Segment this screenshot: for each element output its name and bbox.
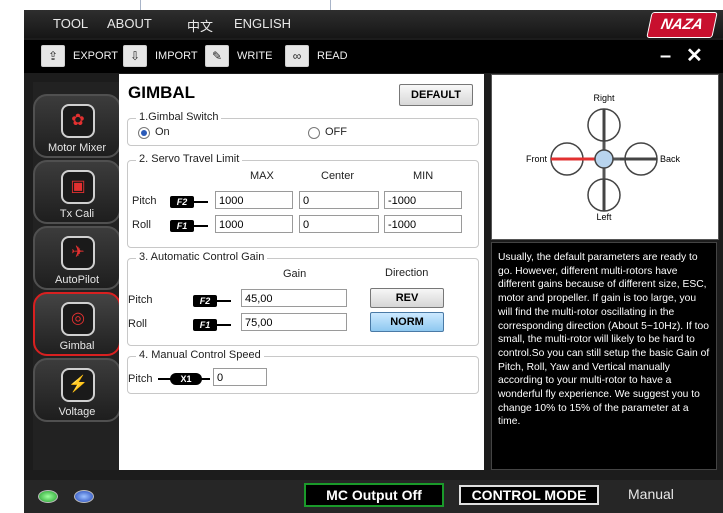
channel-badge: F2 (170, 196, 208, 208)
nav-item-motor-mixer[interactable]: ✿ Motor Mixer (33, 94, 121, 158)
satellite-icon: ✈ (61, 236, 95, 270)
menu-bar: TOOL ABOUT 中文 ENGLISH NAZA (24, 10, 723, 38)
close-icon[interactable]: ✕ (686, 46, 703, 66)
manual-speed-group: 4. Manual Control Speed Pitch X1 0 (127, 349, 479, 394)
read-icon: ∞ (285, 45, 309, 67)
nav-item-tx-cali[interactable]: ▣ Tx Cali (33, 160, 121, 224)
nav-item-voltage[interactable]: ⚡ Voltage (33, 358, 121, 422)
channel-badge: F1 (193, 319, 231, 331)
orientation-diagram: Right Front Back Left (491, 74, 719, 240)
gain-roll-input[interactable]: 75,00 (241, 313, 347, 331)
servo-min-header: MIN (413, 170, 434, 182)
export-icon: ⇪ (41, 45, 65, 67)
servo-roll-label: Roll (132, 219, 151, 231)
servo-center-header: Center (321, 170, 355, 182)
channel-badge: F1 (170, 220, 208, 232)
page-title: GIMBAL (128, 83, 196, 102)
import-label: IMPORT (155, 50, 198, 62)
battery-icon: ⚡ (61, 368, 95, 402)
nav-label: Voltage (58, 406, 96, 418)
gimbal-panel: GIMBAL DEFAULT 1.Gimbal Switch On OFF 2.… (119, 74, 484, 470)
nav-label: AutoPilot (54, 274, 100, 286)
naza-logo: NAZA (646, 12, 718, 38)
channel-badge: X1 (170, 373, 202, 385)
servo-pitch-min-input[interactable]: -1000 (384, 191, 462, 209)
help-text-panel: Usually, the default parameters are read… (491, 242, 717, 470)
servo-pitch-max-input[interactable]: 1000 (215, 191, 293, 209)
quadcopter-diagram: Right Front Back Left (526, 93, 681, 222)
import-button[interactable]: ⇩ IMPORT (123, 44, 198, 68)
flight-controller-hub (594, 149, 614, 169)
nav-label: Tx Cali (59, 208, 95, 220)
write-label: WRITE (237, 50, 273, 62)
label-right: Right (593, 93, 615, 103)
nav-item-gimbal[interactable]: ◎ Gimbal (33, 292, 121, 356)
gimbal-icon: ◎ (61, 302, 95, 336)
group-legend: 1.Gimbal Switch (136, 111, 222, 123)
minimize-icon[interactable]: – (660, 46, 671, 66)
nav-item-autopilot[interactable]: ✈ AutoPilot (33, 226, 121, 290)
servo-roll-max-input[interactable]: 1000 (215, 215, 293, 233)
blue-led-icon (74, 490, 94, 503)
gimbal-on-radio[interactable] (138, 127, 150, 139)
side-navigation: ✿ Motor Mixer ▣ Tx Cali ✈ AutoPilot ◎ Gi… (33, 82, 121, 470)
label-left: Left (596, 212, 612, 222)
gain-roll-label: Roll (128, 318, 147, 330)
default-button[interactable]: DEFAULT (399, 84, 473, 106)
write-button[interactable]: ✎ WRITE (205, 44, 272, 68)
control-mode-value: Manual (628, 486, 674, 502)
gimbal-on-label: On (155, 126, 170, 138)
menu-about[interactable]: ABOUT (107, 16, 152, 31)
gimbal-off-label: OFF (325, 126, 347, 138)
menu-tool[interactable]: TOOL (53, 16, 88, 31)
pitch-direction-button[interactable]: REV (370, 288, 444, 308)
nav-label: Motor Mixer (47, 142, 107, 154)
label-back: Back (660, 154, 681, 164)
gain-header: Gain (283, 268, 307, 280)
manual-pitch-label: Pitch (128, 373, 153, 385)
gimbal-off-radio[interactable] (308, 127, 320, 139)
servo-roll-center-input[interactable]: 0 (299, 215, 379, 233)
servo-pitch-label: Pitch (132, 195, 157, 207)
servo-roll-min-input[interactable]: -1000 (384, 215, 462, 233)
manual-speed-input[interactable]: 0 (213, 368, 267, 386)
read-button[interactable]: ∞ READ (285, 44, 348, 68)
green-led-icon (38, 490, 58, 503)
direction-header: Direction (385, 267, 429, 279)
menu-chinese[interactable]: 中文 (187, 16, 213, 35)
export-label: EXPORT (73, 50, 119, 62)
read-label: READ (317, 50, 348, 62)
import-icon: ⇩ (123, 45, 147, 67)
gain-pitch-input[interactable]: 45,00 (241, 289, 347, 307)
servo-max-header: MAX (250, 170, 274, 182)
gimbal-switch-group: 1.Gimbal Switch On OFF (127, 111, 479, 146)
servo-travel-group: 2. Servo Travel Limit MAX Center MIN Pit… (127, 153, 479, 248)
write-icon: ✎ (205, 45, 229, 67)
export-button[interactable]: ⇪ EXPORT (41, 44, 118, 68)
propeller-icon: ✿ (61, 104, 95, 138)
menu-english[interactable]: ENGLISH (234, 16, 291, 31)
mc-output-status: MC Output Off (304, 483, 444, 507)
toolbar: ⇪ EXPORT ⇩ IMPORT ✎ WRITE ∞ READ – ✕ (24, 40, 723, 73)
control-mode-label: CONTROL MODE (459, 485, 599, 505)
gain-pitch-label: Pitch (128, 294, 153, 306)
channel-badge: F2 (193, 295, 231, 307)
group-legend: 2. Servo Travel Limit (136, 153, 243, 165)
nav-label: Gimbal (59, 340, 95, 352)
app-window: TOOL ABOUT 中文 ENGLISH NAZA ⇪ EXPORT ⇩ IM… (24, 10, 723, 513)
label-front: Front (526, 154, 548, 164)
control-gain-group: 3. Automatic Control Gain Gain Direction… (127, 251, 479, 346)
group-legend: 4. Manual Control Speed (136, 349, 264, 361)
transmitter-icon: ▣ (61, 170, 95, 204)
background-divider (330, 0, 331, 10)
status-bar: MC Output Off CONTROL MODE Manual (24, 480, 723, 513)
background-desktop (0, 0, 24, 513)
group-legend: 3. Automatic Control Gain (136, 251, 268, 263)
servo-pitch-center-input[interactable]: 0 (299, 191, 379, 209)
roll-direction-button[interactable]: NORM (370, 312, 444, 332)
